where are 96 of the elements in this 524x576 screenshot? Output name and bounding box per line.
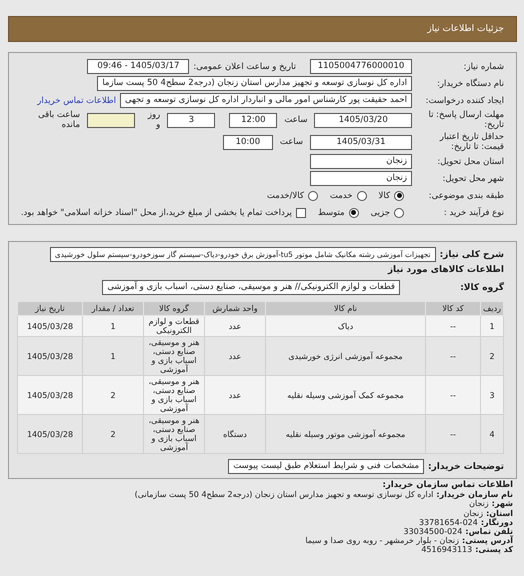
radio-button[interactable] [394,190,404,200]
days-field: 3 [167,112,216,128]
column-header: تعداد / مقدار [82,302,144,316]
column-header: واحد شمارش [204,302,266,316]
buyer-field: اداره کل نوسازی توسعه و تجهیز مدارس استان زنجان (درجه2 سطح4 50 پست سازما [97,76,412,91]
table-cell: 1 [82,336,144,376]
date-field: 1405/03/31 [310,134,412,150]
table-cell: قطعات و لوازم الکترونیکی [144,316,204,336]
contact-value: 024-33034500 [403,527,462,536]
contact-value: زنجان [464,508,484,518]
checkbox[interactable] [296,208,306,218]
table-cell: هنر و موسیقی، صنایع دستی، اسباب بازی و آموزشی [144,414,204,454]
contact-label: تلفن تماس: [465,527,513,536]
radio-label: کالا/خدمت [266,190,304,200]
hours-field [87,112,136,128]
field-label: طبقه بندی موضوعی: [428,190,504,200]
contact-value: اداره کل نوسازی توسعه و تجهیز مدارس استان زنجان (درجه2 سطح4 50 پست سازمانی) [134,490,434,500]
table-cell: 2 [82,376,144,414]
contact-label: استان: [486,508,513,518]
city-field: زنجان [310,171,412,186]
announce-date-field: 1405/03/17 - 09:46 [87,59,190,74]
contact-value: زنجان - بلوار خرمشهر - روبه روی صدا و سیما [305,536,460,546]
table-cell: دیاک [266,316,426,336]
table-cell: مجموعه کمک آموزشی وسیله نقلیه [266,376,426,414]
contact-label: کد پستی: [475,545,513,554]
field-label: حداقل تاریخ اعتبار قیمت: تا تاریخ: [438,132,504,152]
table-cell: مجموعه آموزشی موتور وسیله نقلیه [266,414,426,454]
radio-label: متوسط [318,208,345,218]
field-label: توضیحات خریدار: [428,462,504,472]
table-cell: هنر و موسیقی، صنایع دستی، اسباب بازی و آموزشی [144,336,204,376]
contact-label: شهر: [492,499,513,508]
contact-label: دورنگار: [480,518,513,527]
field-label: نوع فرآیند خرید : [442,208,504,218]
field-label: مهلت ارسال پاسخ: تا تاریخ: [428,110,504,130]
table-cell: مجموعه آموزشی انرژی خورشیدی [266,336,426,376]
field-label: شماره نیاز: [462,62,504,72]
table-cell: عدد [204,376,266,414]
column-header: گروه کالا [144,302,204,316]
table-cell: 2 [480,336,504,376]
contact-value: 4516943113 [421,545,472,554]
field-label: شهر محل تحویل: [441,174,504,184]
buyer-notes-field: مشخصات فنی و شرایط استعلام طبق لیست پیوست [228,459,424,474]
table-cell: 4 [480,414,504,454]
contact-link[interactable]: اطلاعات تماس خریدار [37,96,116,106]
radio-button[interactable] [394,208,404,218]
table-cell: عدد [204,316,266,336]
table-cell: 1405/03/28 [18,414,82,454]
field-label: ساعت [280,137,303,147]
section-heading: اطلاعات کالاهای مورد نیاز [386,265,504,275]
contact-value: 024-33781654 [418,518,478,527]
table-cell: دستگاه [204,414,266,454]
radio-label: خدمت [330,190,353,200]
field-label: ایجاد کننده درخواست: [424,96,504,106]
radio-label: کالا [378,190,390,200]
radio-button[interactable] [356,190,367,200]
time-field: 12:00 [229,112,278,128]
table-cell: -- [426,414,481,454]
checkbox-label: پرداخت تمام یا بخشی از مبلغ خرید،از محل "اسناد خزانه اسلامی" خواهد بود. [20,208,292,218]
field-label: ساعت باقی مانده [37,110,80,130]
date-field: 1405/03/20 [314,112,412,128]
column-header: کد کالا [426,302,481,316]
table-cell: -- [426,336,481,376]
field-label: ساعت [284,115,308,125]
table-cell: هنر و موسیقی، صنایع دستی، اسباب بازی و آموزشی [144,376,204,414]
radio-label: جزیی [370,208,390,218]
province-field: زنجان [310,154,412,169]
table-cell: 1405/03/28 [18,376,82,414]
field-label: تاریخ و ساعت اعلان عمومی: [193,62,296,72]
column-header: نام کالا [266,302,426,316]
table-cell: -- [426,376,481,414]
contact-label: نام سازمان خریدار: [436,490,513,500]
table-cell: 1 [82,316,144,336]
column-header: تاریخ نیاز [18,302,82,316]
field-label: گروه کالا: [459,282,504,292]
table-cell: 1405/03/28 [18,336,82,376]
contact-value: زنجان [469,499,489,508]
table-cell: -- [426,316,481,336]
goods-group-field: قطعات و لوازم الکترونیکی// هنر و موسیقی، صنایع دستی، اسباب بازی و آموزشی [102,280,400,295]
contact-label: آدرس پستی: [462,536,513,546]
field-label: استان محل تحویل: [436,156,504,166]
contact-title: اطلاعات تماس سازمان خریدار: [382,481,513,490]
field-label: روز و [146,110,160,130]
field-label: شرح کلی نیاز: [440,250,504,260]
table-cell: 3 [480,376,504,414]
need-number-field: 1105004776000010 [310,59,412,74]
table-cell: 2 [82,414,144,454]
time-field: 10:00 [222,134,273,150]
field-label: نام دستگاه خریدار: [436,78,504,88]
table-cell: 1405/03/28 [18,316,82,336]
radio-button[interactable] [348,208,359,218]
column-header: ردیف [480,302,504,316]
page-title: جزئیات اطلاعات نیاز [427,24,504,34]
table-cell: عدد [204,336,266,376]
radio-button[interactable] [308,190,318,200]
requester-field: احمد حقیقت پور کارشناس امور مالی و انباردار اداره کل نوسازی توسعه و تجهی [120,93,412,108]
table-cell: 1 [480,316,504,336]
